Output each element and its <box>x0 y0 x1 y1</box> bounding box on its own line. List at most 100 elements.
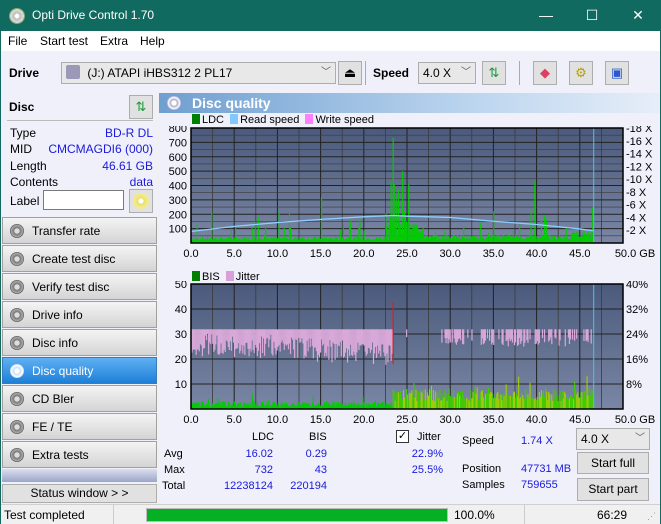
status-text: Test completed <box>4 508 85 522</box>
progress-bar <box>146 508 448 522</box>
status-window-button[interactable]: Status window > > <box>2 484 157 503</box>
disc-quality-icon <box>10 364 24 378</box>
chevron-down-icon: ﹀ <box>461 67 471 78</box>
c1-xtick: 30.0 <box>439 248 460 260</box>
jitter-checkbox[interactable]: ✓ <box>396 430 409 443</box>
length-value: 46.61 GB <box>102 159 153 173</box>
disc-info-icon <box>10 336 24 350</box>
eject-icon: ⏏ <box>343 65 357 80</box>
c2-xtick: 45.0 <box>569 414 590 426</box>
c1-ytick: 300 <box>169 195 187 207</box>
save-button[interactable]: ▣ <box>605 61 629 85</box>
nav-drive-info[interactable]: Drive info <box>2 301 157 328</box>
nav-disc-quality[interactable]: Disc quality <box>2 357 157 384</box>
ldc-chart: 100 200 300 400 500 600 700 800 -2 X-4 X-6 X-8 X… <box>169 126 656 260</box>
legend-swatch-jitter <box>225 271 234 281</box>
menu-extra[interactable]: Extra <box>100 34 128 48</box>
nav-label: Transfer rate <box>32 224 101 238</box>
c1-ytick: 700 <box>169 137 187 149</box>
jitter-label: Jitter <box>417 431 441 443</box>
position-value: 47731 MB <box>521 463 572 475</box>
maximize-button[interactable]: ☐ <box>569 0 615 31</box>
label-apply-button[interactable] <box>129 189 153 213</box>
disc-panel: Disc ⇅ Type BD-R DL MID CMCMAGDI6 (000) Le… <box>2 93 157 216</box>
mid-label: MID <box>10 142 32 156</box>
drive-info-icon <box>10 308 24 322</box>
c1-ytick: 600 <box>169 152 187 164</box>
close-button[interactable]: ✕ <box>615 0 661 31</box>
speed-label: Speed <box>373 66 410 80</box>
label-input[interactable] <box>43 190 124 210</box>
nav-cd-bler[interactable]: CD Bler <box>2 385 157 412</box>
start-full-button[interactable]: Start full <box>577 452 649 474</box>
divider <box>113 505 114 524</box>
disc-refresh-button[interactable]: ⇅ <box>129 95 153 119</box>
max-ldc: 732 <box>254 464 273 476</box>
resize-grip-icon[interactable]: ⋰ <box>647 511 656 522</box>
c1-xtick: 5.0 <box>227 248 242 260</box>
bis-chart: 10 20 30 40 50 8% 16% 24% 32% 40% 0.0 5.0 10.0 15.0 20… <box>175 281 655 426</box>
type-value: BD-R DL <box>104 126 153 140</box>
drive-select[interactable]: (J:) ATAPI iHBS312 2 PL17 ﹀ <box>61 62 336 84</box>
nav-create-test-disc[interactable]: Create test disc <box>2 245 157 272</box>
nav-extra-tests[interactable]: Extra tests <box>2 441 157 468</box>
legend-write-speed: Write speed <box>315 114 374 126</box>
nav-verify-test-disc[interactable]: Verify test disc <box>2 273 157 300</box>
title-bar: Opti Drive Control 1.70 — ☐ ✕ <box>1 0 660 31</box>
nav-transfer-rate[interactable]: Transfer rate <box>2 217 157 244</box>
legend-swatch-write <box>305 114 314 124</box>
c1-y2tick: -14 X <box>626 149 653 161</box>
left-panel: Disc ⇅ Type BD-R DL MID CMCMAGDI6 (000) Le… <box>1 91 158 503</box>
settings-icon: ⚙ <box>575 65 587 80</box>
menu-help[interactable]: Help <box>140 34 165 48</box>
c2-xtick: 0.0 <box>183 414 198 426</box>
c1-xtick: 45.0 <box>569 248 590 260</box>
c2-xtick: 35.0 <box>483 414 504 426</box>
samples-value: 759655 <box>521 479 558 491</box>
fe-te-icon <box>10 420 24 434</box>
c2-xtick: 40.0 <box>526 414 547 426</box>
c1-ytick: 400 <box>169 181 187 193</box>
app-icon <box>9 8 25 24</box>
menu-start-test[interactable]: Start test <box>40 34 88 48</box>
minimize-button[interactable]: — <box>523 0 569 31</box>
eject-button[interactable]: ⏏ <box>338 61 362 85</box>
panel-header: Disc quality <box>159 93 660 113</box>
settings-button[interactable]: ⚙ <box>569 61 593 85</box>
save-icon: ▣ <box>610 65 624 80</box>
max-jitter: 25.5% <box>411 464 443 476</box>
divider <box>524 505 525 524</box>
nav-label: CD Bler <box>32 392 75 406</box>
refresh-button[interactable]: ⇅ <box>482 61 506 85</box>
samples-label: Samples <box>462 479 505 491</box>
start-part-button[interactable]: Start part <box>577 478 649 501</box>
type-label: Type <box>10 126 37 140</box>
progress-fill <box>147 509 447 521</box>
erase-button[interactable]: ◆ <box>533 61 557 85</box>
c1-xtick: 35.0 <box>483 248 504 260</box>
verify-disc-icon <box>10 280 24 294</box>
menu-bar: File Start test Extra Help <box>1 31 660 51</box>
speed-value: 4.0 X <box>423 66 452 80</box>
menu-file[interactable]: File <box>8 34 27 48</box>
main-panel: Disc quality LDC Read speed Write speed … <box>159 91 660 503</box>
c1-xtick: 50.0 GB <box>615 248 655 260</box>
window-title: Opti Drive Control 1.70 <box>32 8 155 22</box>
c2-ytick: 40 <box>175 304 187 316</box>
test-speed-select[interactable]: 4.0 X ﹀ <box>576 428 650 450</box>
avg-ldc: 16.02 <box>245 448 273 460</box>
c2-y2tick: 40% <box>626 281 648 291</box>
nav-fe-te[interactable]: FE / TE <box>2 413 157 440</box>
disc-quality-icon <box>167 96 181 110</box>
progress-text: 100.0% <box>454 508 495 522</box>
total-ldc: 12238124 <box>224 480 273 492</box>
c2-ytick: 10 <box>175 379 187 391</box>
legend-swatch-bis <box>192 271 200 281</box>
c1-y2tick: -12 X <box>626 161 653 173</box>
col-ldc: LDC <box>252 431 275 443</box>
chevron-down-icon: ﹀ <box>635 433 645 444</box>
nav-disc-info[interactable]: Disc info <box>2 329 157 356</box>
nav-label: Disc quality <box>32 364 94 378</box>
avg-bis: 0.29 <box>305 448 327 460</box>
speed-select[interactable]: 4.0 X ﹀ <box>418 62 476 84</box>
